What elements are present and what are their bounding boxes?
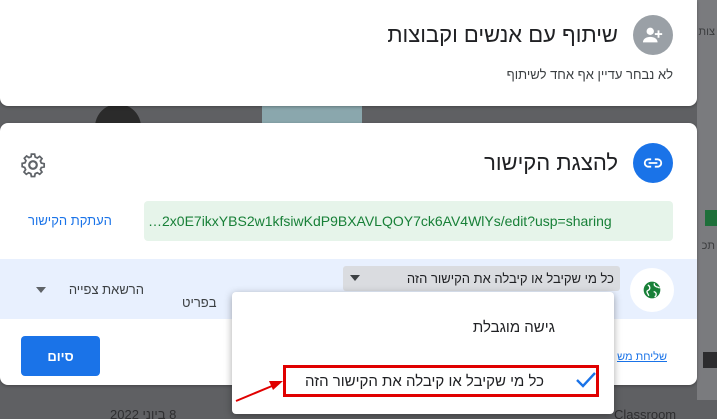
general-access-value: כל מי שקיבל או קיבלה את הקישור הזה [406, 271, 614, 286]
background-file-date: 8 ביוני 2022 [110, 407, 177, 419]
general-access-menu: גישה מוגבלת כל מי שקיבל או קיבלה את הקיש… [232, 292, 614, 414]
globe-icon [630, 268, 674, 312]
link-icon [633, 143, 673, 183]
background-row-fragment: תכ [701, 240, 715, 252]
background-folder-icon [703, 352, 717, 368]
share-people-panel: שיתוף עם אנשים וקבוצות לא נבחר עדיין אף … [0, 0, 697, 106]
general-access-description: בפריט [182, 295, 217, 310]
share-url-field[interactable]: …2x0E7ikxYBS2w1kfsiwKdP9BXAVLQOY7ck6AV4W… [144, 201, 673, 241]
copy-link-button[interactable]: העתקת הקישור [28, 213, 112, 228]
role-dropdown-value: הרשאת צפייה [68, 282, 144, 297]
role-dropdown[interactable]: הרשאת צפייה [30, 279, 150, 301]
menu-item-anyone-label: כל מי שקיבל או קיבלה את הקישור הזה [305, 372, 544, 390]
link-panel-title: להצגת הקישור [484, 150, 618, 175]
general-access-dropdown[interactable]: כל מי שקיבל או קיבלה את הקישור הזה [343, 266, 620, 291]
background-file-app: Classroom [614, 407, 677, 419]
chevron-down-icon [350, 275, 360, 281]
share-url-text: …2x0E7ikxYBS2w1kfsiwKdP9BXAVLQOY7ck6AV4W… [148, 213, 612, 229]
chevron-down-icon [36, 287, 46, 293]
share-panel-title: שיתוף עם אנשים וקבוצות [387, 22, 618, 47]
add-person-icon [633, 15, 673, 55]
menu-item-restricted[interactable]: גישה מוגבלת [473, 319, 555, 336]
background-sheets-icon [705, 210, 717, 226]
share-panel-subtitle: לא נבחר עדיין אף אחד לשיתוף [506, 67, 673, 82]
gear-icon[interactable] [20, 152, 46, 178]
check-icon [576, 372, 596, 388]
done-button[interactable]: סיום [21, 336, 100, 376]
send-feedback-link[interactable]: שליחת משוב [617, 351, 667, 363]
menu-item-anyone-with-link[interactable]: כל מי שקיבל או קיבלה את הקישור הזה [283, 365, 599, 397]
background-tab-fragment: צות [698, 26, 715, 38]
